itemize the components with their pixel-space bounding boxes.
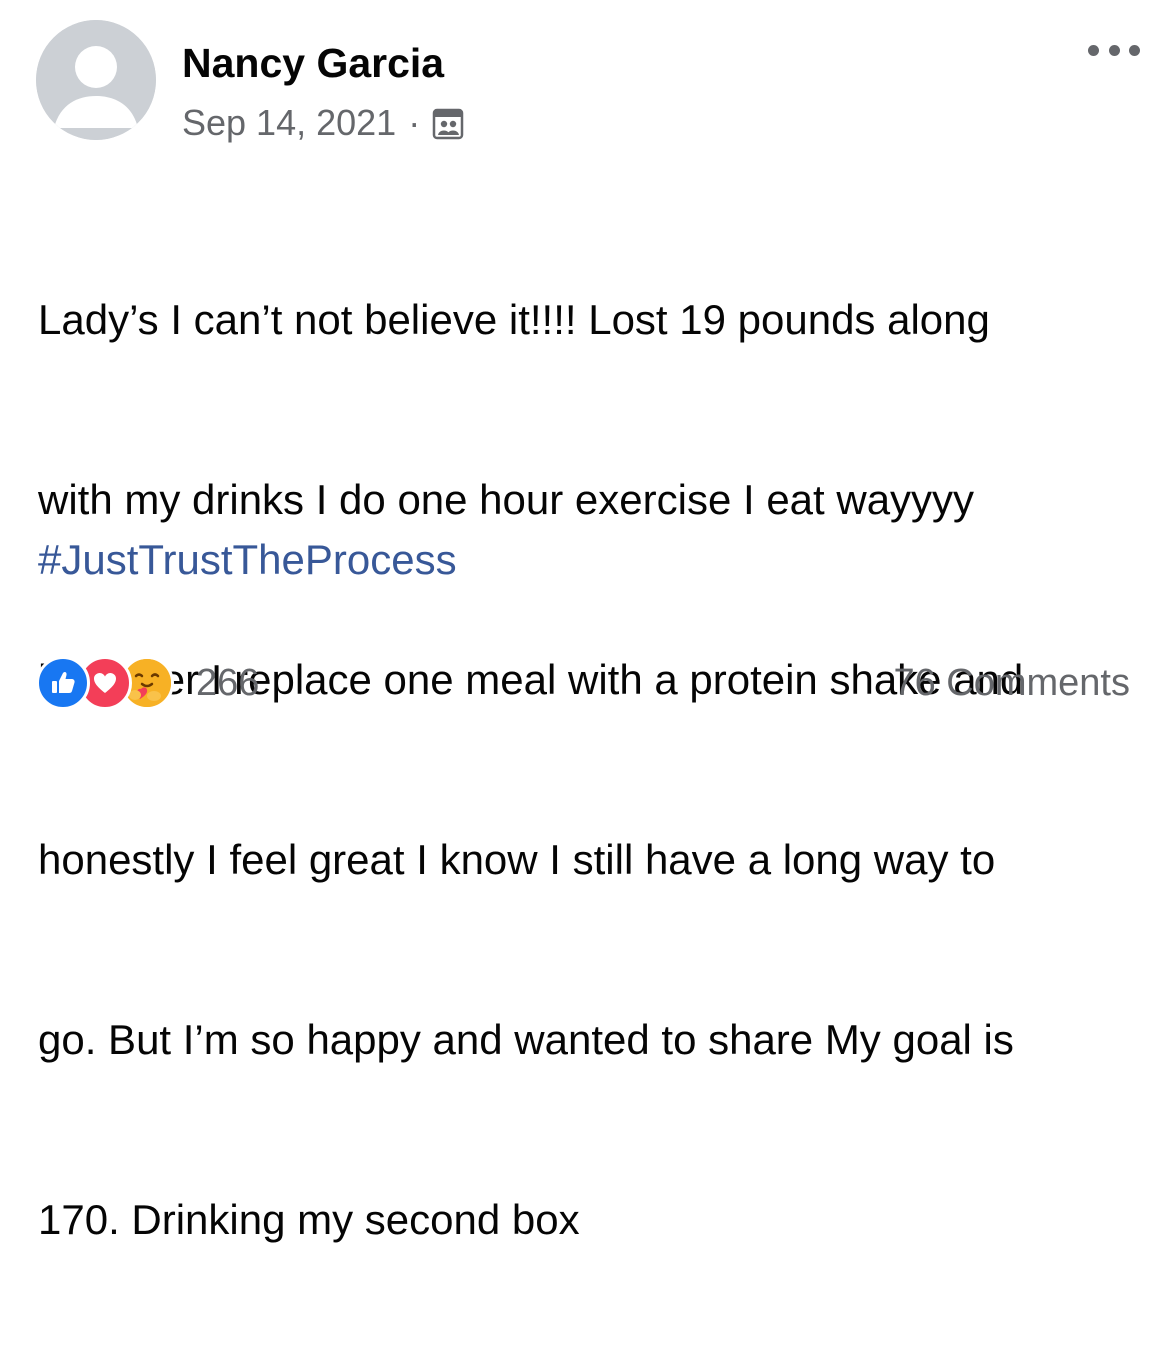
- post-body-line: go. But I’m so happy and wanted to share…: [38, 1016, 1014, 1063]
- post-body-line: 170. Drinking my second box: [38, 1196, 580, 1243]
- author-name[interactable]: Nancy Garcia: [182, 38, 444, 88]
- more-options-icon[interactable]: [1088, 32, 1140, 68]
- like-icon: [36, 656, 90, 710]
- comments-count-link[interactable]: 76 Comments: [893, 655, 1130, 711]
- hashtag-link[interactable]: #JustTrustTheProcess: [38, 530, 457, 590]
- post-meta: Sep 14, 2021 ·: [182, 98, 464, 148]
- post-date[interactable]: Sep 14, 2021: [182, 102, 396, 144]
- reactions-summary[interactable]: 266: [36, 655, 259, 711]
- more-dot: [1129, 44, 1140, 56]
- group-audience-icon: [432, 107, 464, 140]
- post-body-line: Lady’s I can’t not believe it!!!! Lost 1…: [38, 296, 990, 343]
- avatar[interactable]: [36, 20, 156, 140]
- reaction-count: 266: [196, 661, 260, 704]
- post-card: Nancy Garcia Sep 14, 2021 · Lady’s I can…: [0, 0, 1170, 1243]
- meta-separator: ·: [408, 102, 421, 143]
- post-body-line: honestly I feel great I know I still hav…: [38, 836, 996, 883]
- more-dot: [1088, 44, 1099, 56]
- default-avatar-icon: [36, 20, 156, 140]
- post-body: Lady’s I can’t not believe it!!!! Lost 1…: [38, 170, 1128, 1370]
- post-body-line: with my drinks I do one hour exercise I …: [38, 476, 975, 523]
- more-dot: [1108, 44, 1120, 56]
